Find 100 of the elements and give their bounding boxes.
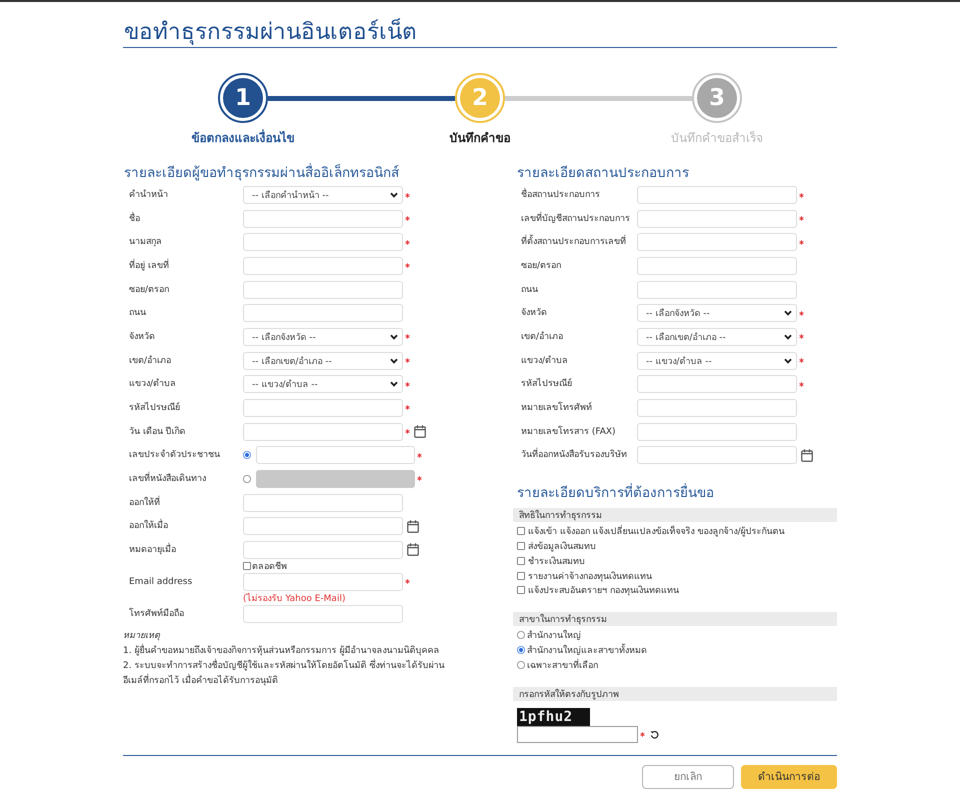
- chevron-down-icon: [784, 358, 792, 364]
- cancel-button[interactable]: ยกเลิก: [642, 764, 734, 789]
- field-label: ที่อยู่ เลขที่: [129, 258, 169, 273]
- step-indicator: 3: [692, 73, 742, 123]
- field-label: เลขประจำตัวประชาชน: [129, 448, 220, 462]
- text-field[interactable]: [637, 398, 797, 417]
- checkbox[interactable]: [517, 527, 525, 536]
- step-indicator: 2: [455, 73, 505, 123]
- date-field[interactable]: [243, 422, 403, 441]
- field-label: รหัสไปรษณีย์: [521, 377, 572, 392]
- calendar-icon[interactable]: [801, 448, 813, 462]
- field-label: นามสกุล: [129, 236, 162, 250]
- group-header: สาขาในการทำธุรกรรม: [513, 612, 837, 626]
- note-text: 1. ผู้ยื่นคำขอหมายถึงเจ้าของกิจการหุ้นส่วนหรือกรรมการ ผู้มีอำนาจลงนามนิติบุคคล: [123, 644, 440, 658]
- text-field[interactable]: [243, 256, 403, 275]
- field-label: หมายเลขโทรสาร (FAX): [521, 424, 616, 439]
- checkbox[interactable]: [517, 586, 525, 594]
- field-label: ซอย/ตรอก: [521, 260, 562, 273]
- radio-button[interactable]: [517, 646, 525, 654]
- field-label: หมดอายุเมื่อ: [129, 542, 176, 557]
- field-label: จังหวัด: [521, 307, 547, 320]
- calendar-icon[interactable]: [414, 425, 426, 438]
- checkbox-label[interactable]: ชำระเงินสมทบ: [528, 554, 585, 568]
- radio-button[interactable]: [517, 660, 525, 669]
- field-label: วันที่ออกหนังสือรับรองบริษัท: [521, 448, 627, 462]
- dropdown[interactable]: -- เลือกจังหวัด --: [243, 328, 403, 346]
- checkbox[interactable]: [517, 572, 525, 580]
- chevron-down-icon: [390, 358, 398, 364]
- checkbox-label[interactable]: แจ้งประสบอันตรายฯ กองทุนเงินทดแทน: [528, 583, 679, 598]
- field-label: Email address: [129, 576, 192, 589]
- chevron-down-icon: [784, 334, 792, 340]
- date-field[interactable]: [637, 446, 797, 464]
- checkbox-label[interactable]: ส่งข้อมูลเงินสมทบ: [528, 539, 596, 553]
- dropdown[interactable]: -- เลือกคำนำหน้า --: [243, 186, 403, 204]
- text-field[interactable]: [243, 210, 403, 228]
- field-label: วัน เดือน ปีเกิด: [129, 426, 186, 439]
- date-field[interactable]: [243, 540, 403, 559]
- text-field[interactable]: [243, 280, 403, 299]
- text-field[interactable]: [243, 572, 403, 591]
- field-label: ถนน: [129, 307, 146, 320]
- field-label: ซอย/ตรอก: [129, 284, 170, 297]
- notes-title: หมายเหตุ: [123, 630, 160, 642]
- field-label: ออกให้ที่: [129, 496, 160, 510]
- field-label: เขต/อำเภอ: [129, 354, 172, 368]
- checkbox-label[interactable]: ตลอดชีพ: [252, 558, 287, 573]
- radio-button[interactable]: [517, 631, 525, 640]
- text-field[interactable]: [637, 280, 797, 299]
- dropdown[interactable]: -- เลือกจังหวัด --: [637, 304, 797, 322]
- checkbox-label[interactable]: รายงานค่าจ้างกองทุนเงินทดแทน: [528, 568, 652, 583]
- field-label: เลขที่หนังสือเดินทาง: [129, 472, 206, 486]
- text-field[interactable]: [243, 233, 403, 252]
- date-field[interactable]: [243, 517, 403, 536]
- field-label: ออกให้เมื่อ: [129, 519, 168, 534]
- refresh-icon[interactable]: [650, 730, 659, 739]
- group-header: กรอกรหัสให้ตรงกับรูปภาพ: [513, 686, 837, 701]
- text-field[interactable]: [637, 375, 797, 394]
- captcha-field[interactable]: [517, 726, 638, 743]
- text-field[interactable]: [256, 446, 415, 464]
- chevron-down-icon: [784, 310, 792, 316]
- checkbox[interactable]: [243, 562, 251, 570]
- text-field[interactable]: [637, 233, 797, 252]
- field-label: คำนำหน้า: [129, 188, 168, 202]
- chevron-down-icon: [390, 192, 398, 198]
- radio-label[interactable]: สำนักงานใหญ่: [527, 628, 581, 642]
- checkbox[interactable]: [517, 542, 525, 550]
- section-title: รายละเอียดสถานประกอบการ: [517, 164, 689, 183]
- dropdown[interactable]: -- แขวง/ตำบล --: [637, 352, 797, 370]
- section-title: รายละเอียดผู้ขอทำธุรกรรมผ่านสื่ออิเล็กทรอนิกส์: [124, 163, 399, 183]
- field-label: ชื่อ: [129, 212, 140, 226]
- checkbox-label[interactable]: แจ้งเข้า แจ้งออก แจ้งเปลี่ยนแปลงข้อเท็จจริง ของลูกจ้าง/ผู้ประกันตน: [528, 524, 785, 538]
- field-label: จังหวัด: [129, 330, 155, 344]
- hint-text: (ไม่รองรับ Yahoo E-Mail): [243, 592, 346, 605]
- text-field[interactable]: [243, 304, 403, 322]
- step-label: บันทึกคำขอสำเร็จ: [671, 131, 763, 145]
- step-label: บันทึกคำขอ: [450, 131, 510, 145]
- section-title: รายละเอียดบริการที่ต้องการยื่นขอ: [517, 483, 714, 504]
- step-label: ข้อตกลงและเงื่อนไข: [192, 131, 294, 145]
- text-field[interactable]: [637, 210, 797, 228]
- field-label: หมายเลขโทรศัพท์: [521, 400, 592, 415]
- captcha-image: 1pfhu2: [517, 708, 590, 726]
- radio-label[interactable]: สำนักงานใหญ่และสาขาทั้งหมด: [527, 642, 647, 657]
- text-field[interactable]: [637, 256, 797, 275]
- calendar-icon[interactable]: [407, 520, 419, 533]
- field-label: เขต/อำเภอ: [521, 330, 564, 344]
- dropdown[interactable]: -- เลือกเขต/อำเภอ --: [243, 352, 403, 370]
- field-label: รหัสไปรษณีย์: [129, 401, 180, 415]
- field-label: ถนน: [521, 284, 538, 297]
- radio-label[interactable]: เฉพาะสาขาที่เลือก: [527, 658, 598, 672]
- radio-button[interactable]: [243, 451, 251, 460]
- checkbox[interactable]: [517, 556, 525, 565]
- field-label: ที่ตั้งสถานประกอบการเลขที่: [521, 235, 626, 250]
- dropdown[interactable]: -- เลือกเขต/อำเภอ --: [637, 328, 797, 346]
- dropdown[interactable]: -- แขวง/ตำบล --: [243, 375, 403, 394]
- text-field[interactable]: [243, 604, 403, 623]
- proceed-button[interactable]: ดำเนินการต่อ: [741, 764, 837, 789]
- text-field[interactable]: [243, 494, 403, 512]
- text-field[interactable]: [637, 422, 797, 441]
- text-field[interactable]: [637, 186, 797, 204]
- text-field[interactable]: [243, 398, 403, 417]
- calendar-icon[interactable]: [407, 543, 419, 556]
